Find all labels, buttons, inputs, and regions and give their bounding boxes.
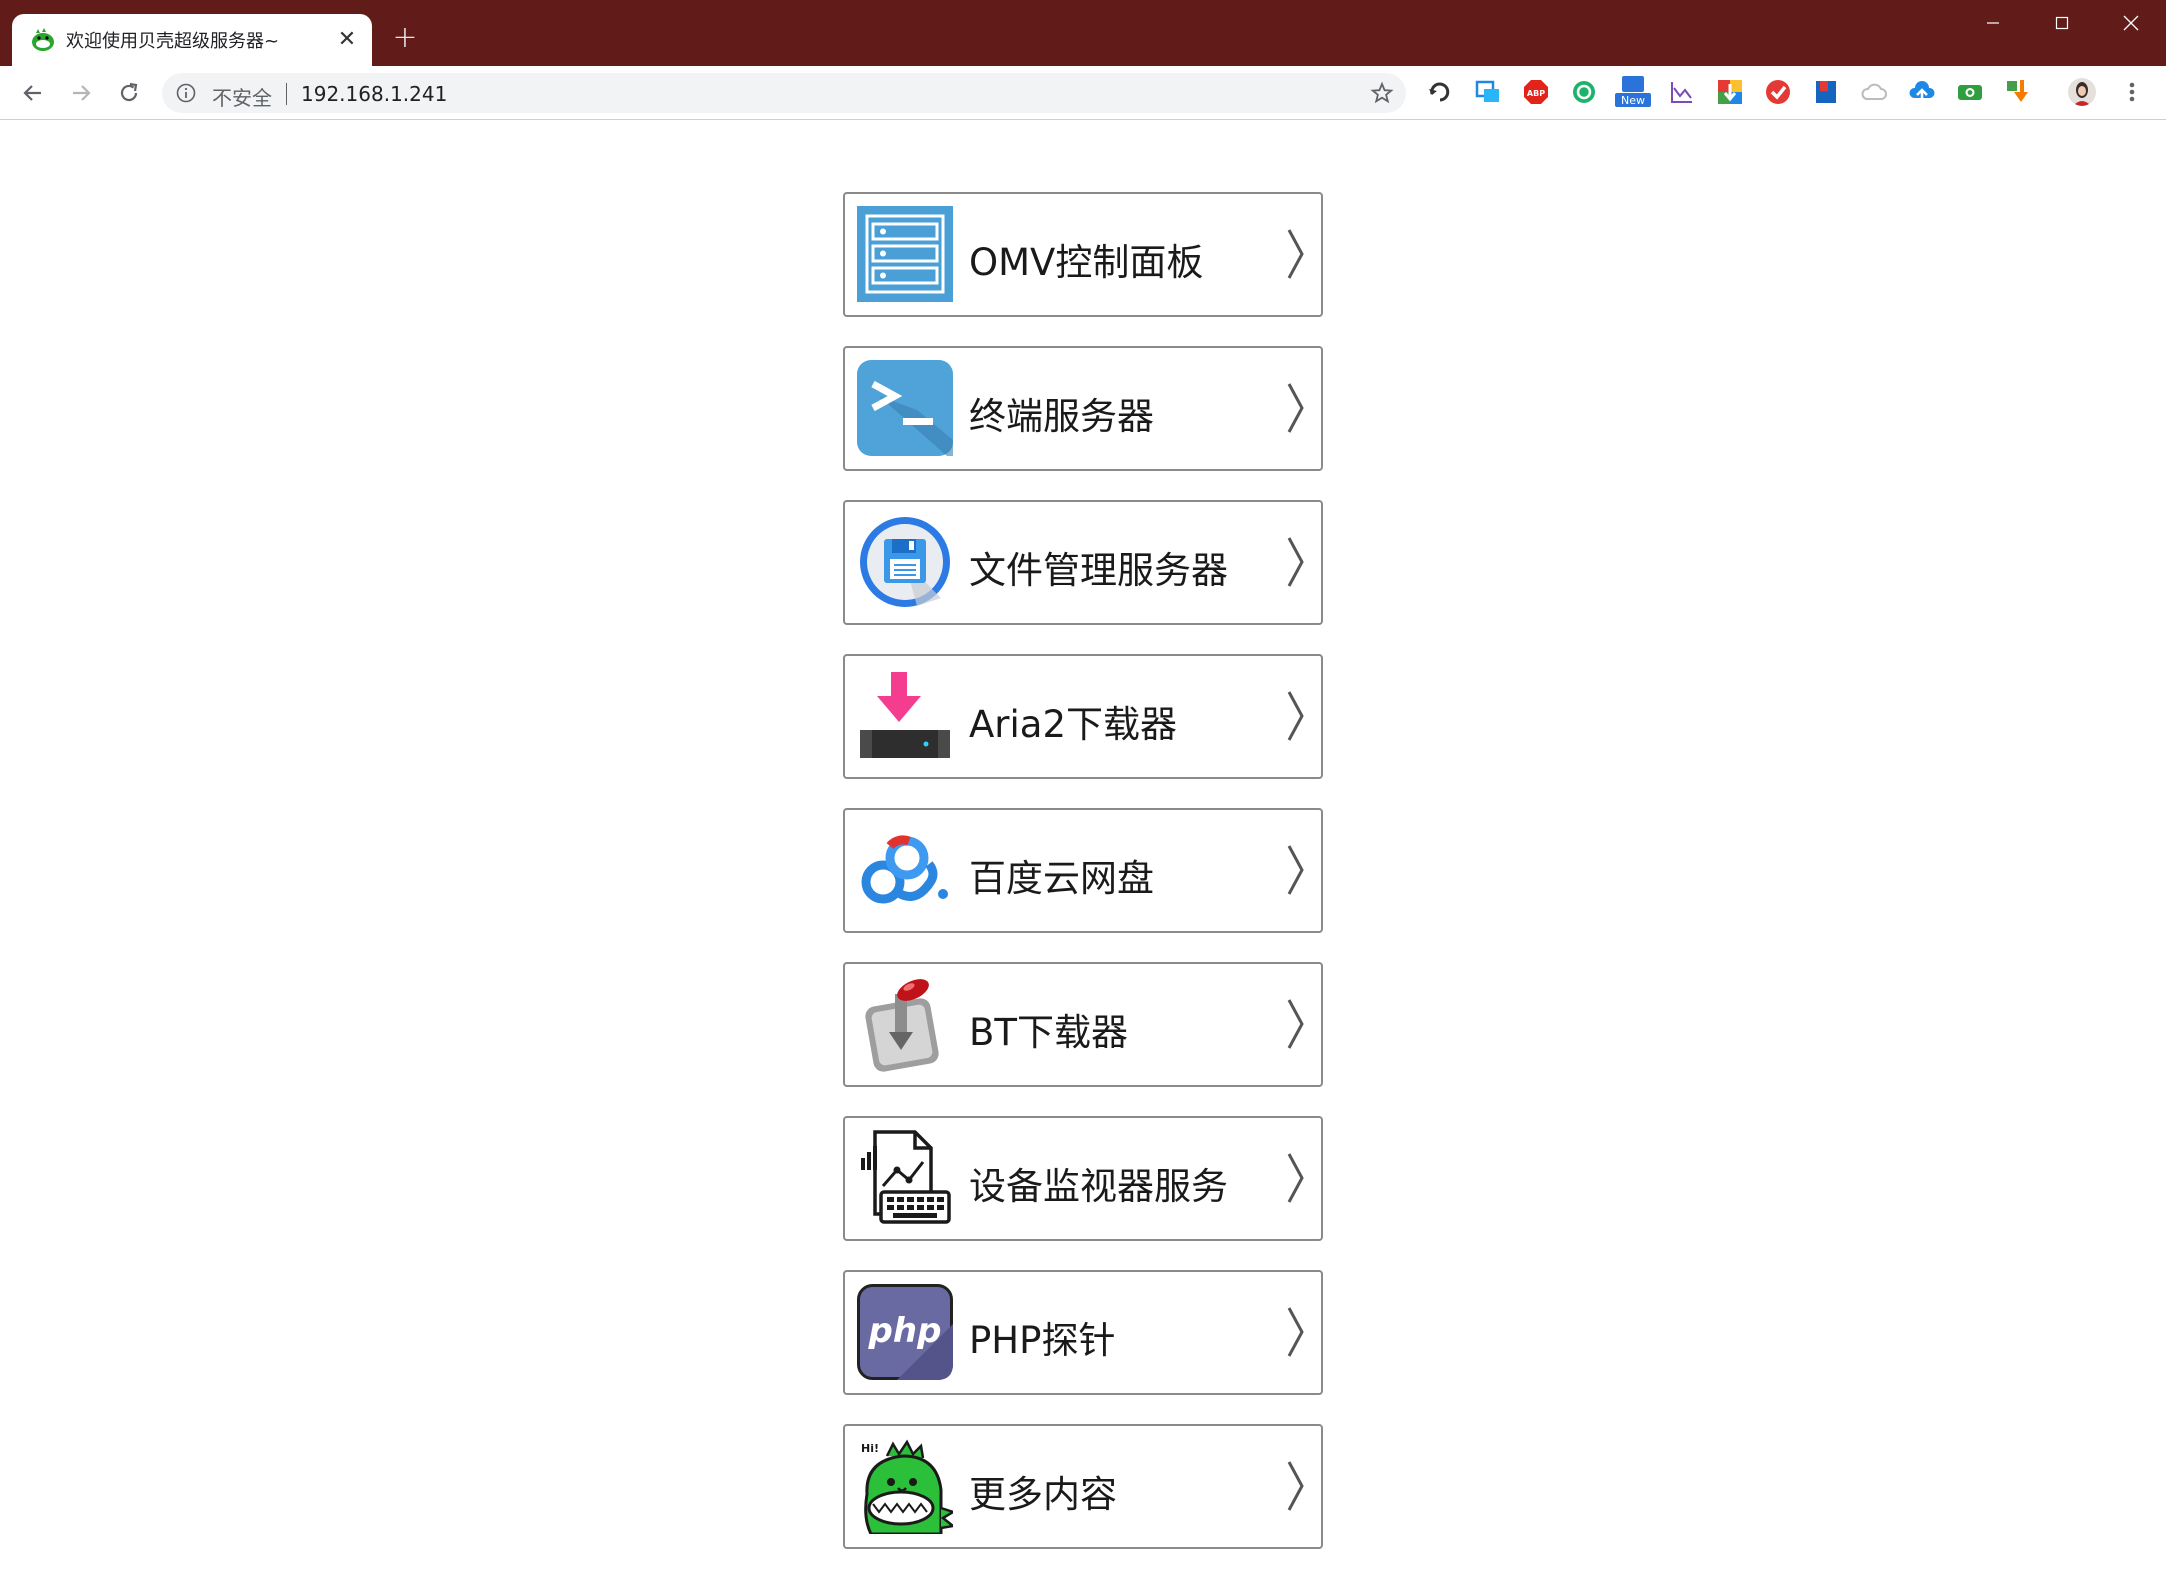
bookmark-star-icon[interactable] [1370,81,1394,105]
browser-title-bar: 欢迎使用贝壳超级服务器~ ✕ + [0,0,2166,66]
address-bar[interactable]: 不安全 192.168.1.241 [162,73,1406,113]
svg-text:New: New [1621,94,1645,107]
extension-undo-icon[interactable] [1426,78,1454,106]
menu-item-bt-downloader[interactable]: BT下载器 [843,962,1323,1087]
reload-icon [120,82,138,102]
menu-item-baidu-cloud[interactable]: 百度云网盘 [843,808,1323,933]
menu-item-device-monitor[interactable]: 设备监视器服务 [843,1116,1323,1241]
menu-item-file-manager[interactable]: 文件管理服务器 [843,500,1323,625]
dinosaur-icon: Hi! [861,1439,953,1534]
service-menu: OMV控制面板 终端服务器 文件管理服务器 Aria2下载器 百度云网盘 BT下… [843,192,1323,1578]
menu-item-label: 百度云网盘 [969,857,1154,900]
browser-menu-button[interactable] [2117,78,2147,106]
extension-bookmark-icon[interactable] [1812,78,1840,106]
menu-item-label: BT下载器 [969,1011,1128,1054]
chevron-right-icon [1287,999,1304,1049]
tab-title: 欢迎使用贝壳超级服务器~ [66,31,280,52]
extension-chart-icon[interactable] [1668,78,1696,106]
minimize-icon [1987,22,1999,24]
new-tab-button[interactable]: + [390,20,420,55]
tab-close-button[interactable]: ✕ [332,24,362,54]
close-window-button[interactable] [2096,0,2166,46]
menu-item-label: PHP探针 [969,1319,1116,1362]
extension-adblock-icon[interactable]: ABP [1522,78,1550,106]
chevron-right-icon [1287,691,1304,741]
extension-screenshot-icon[interactable] [1474,78,1502,106]
php-icon: php [857,1284,953,1380]
menu-item-php-probe[interactable]: php PHP探针 [843,1270,1323,1395]
dinosaur-favicon-icon [32,28,54,51]
download-arrow-icon [860,672,950,758]
extension-orange-download-icon[interactable] [2004,78,2032,106]
extension-cloud-upload-icon[interactable] [1908,78,1936,106]
extension-check-icon[interactable] [1764,78,1792,106]
extension-green-money-icon[interactable] [1956,78,1984,106]
chevron-right-icon [1287,1307,1304,1357]
info-icon[interactable] [176,83,196,103]
svg-text:ABP: ABP [1527,89,1545,98]
chevron-right-icon [1287,1153,1304,1203]
maximize-icon [2055,16,2069,30]
extension-cloud-icon[interactable] [1860,78,1888,106]
chevron-right-icon [1287,845,1304,895]
chevron-right-icon [1287,383,1304,433]
floppy-disk-icon [860,517,950,607]
close-icon [2123,15,2139,31]
minimize-button[interactable] [1958,0,2028,46]
menu-item-label: 文件管理服务器 [969,549,1228,592]
security-status: 不安全 [212,86,272,110]
profile-avatar[interactable] [2068,78,2096,106]
baidu-cloud-icon [861,835,948,904]
chevron-right-icon [1287,537,1304,587]
kebab-menu-icon [2129,82,2135,102]
chevron-right-icon [1287,229,1304,279]
terminal-icon [857,360,953,456]
browser-tab[interactable]: 欢迎使用贝壳超级服务器~ ✕ [12,14,372,66]
back-button[interactable] [16,76,50,110]
extension-green-circle-icon[interactable] [1570,78,1598,106]
forward-button[interactable] [64,76,98,110]
menu-item-label: 设备监视器服务 [969,1165,1228,1208]
extension-download-colorful-icon[interactable] [1716,78,1744,106]
chevron-right-icon [1287,1461,1304,1511]
reload-button[interactable] [112,76,146,110]
menu-item-aria2-downloader[interactable]: Aria2下载器 [843,654,1323,779]
menu-item-label: 更多内容 [969,1473,1117,1516]
menu-item-more-content[interactable]: Hi! 更多内容 [843,1424,1323,1549]
menu-item-label: Aria2下载器 [969,703,1178,746]
address-separator [286,83,287,105]
browser-toolbar: 不安全 192.168.1.241 [0,66,2166,120]
svg-text:php: php [868,1311,942,1351]
menu-item-label: 终端服务器 [969,395,1154,438]
menu-item-omv-panel[interactable]: OMV控制面板 [843,192,1323,317]
menu-item-terminal-server[interactable]: 终端服务器 [843,346,1323,471]
monitor-report-icon [861,1130,951,1224]
menu-item-label: OMV控制面板 [969,241,1204,284]
svg-text:Hi!: Hi! [861,1442,879,1455]
forward-arrow-icon [73,85,91,101]
transmission-icon [865,979,939,1072]
url-text[interactable]: 192.168.1.241 [301,82,447,106]
extension-new-icon[interactable]: New [1614,74,1652,108]
server-icon [857,206,953,302]
back-arrow-icon [23,85,41,101]
maximize-button[interactable] [2027,0,2097,46]
